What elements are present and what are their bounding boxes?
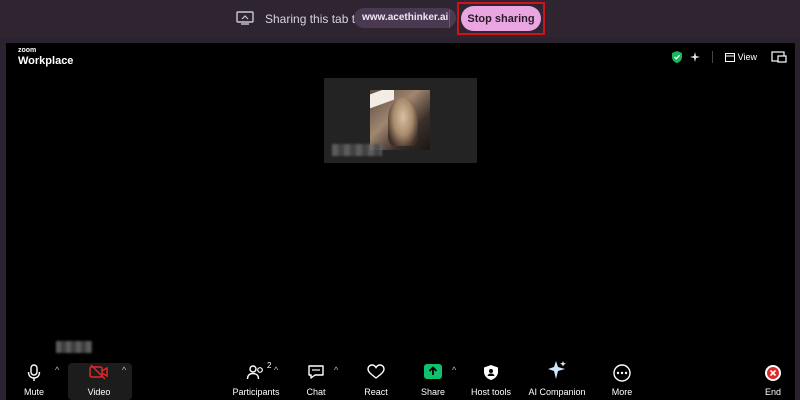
video-label: Video — [87, 387, 111, 397]
participant-video-tile[interactable] — [324, 78, 477, 163]
banner-divider — [449, 10, 450, 28]
workplace-brand-text: Workplace — [18, 55, 74, 67]
zoom-brand-text: zoom — [18, 47, 37, 54]
participants-options-caret[interactable]: ^ — [274, 365, 278, 375]
pip-icon[interactable] — [771, 51, 787, 63]
microphone-icon — [27, 364, 41, 381]
audio-options-caret[interactable]: ^ — [55, 365, 59, 375]
tab-sharing-banner: Sharing this tab to www.acethinker.ai St… — [0, 0, 800, 38]
participants-icon — [246, 365, 263, 380]
host-shield-icon — [484, 365, 498, 380]
host-tools-button[interactable]: Host tools — [468, 356, 514, 400]
video-button[interactable]: Video — [78, 356, 120, 400]
more-label: More — [611, 387, 633, 397]
zoom-meeting-window: zoom Workplace View Mute ^ Video ^ 2 Par… — [6, 43, 795, 400]
more-icon — [613, 364, 631, 382]
sharing-domain-badge: www.acethinker.ai — [354, 8, 457, 28]
ai-companion-label: AI Companion — [528, 387, 586, 397]
ai-companion-button[interactable]: AI Companion — [525, 356, 589, 400]
heart-icon — [367, 364, 385, 379]
video-person-shape — [388, 98, 418, 146]
meeting-toolbar: Mute ^ Video ^ 2 Participants ^ Chat ^ R… — [6, 356, 795, 400]
participants-label: Participants — [232, 387, 280, 397]
chat-options-caret[interactable]: ^ — [334, 365, 338, 375]
zoom-workplace-logo: zoom Workplace — [18, 47, 73, 67]
shield-check-icon[interactable] — [671, 50, 683, 64]
top-right-divider — [712, 51, 713, 63]
chat-button[interactable]: Chat — [301, 356, 331, 400]
share-options-caret[interactable]: ^ — [452, 365, 456, 375]
react-button[interactable]: React — [360, 356, 392, 400]
share-label: Share — [420, 387, 446, 397]
participants-button[interactable]: 2 Participants — [230, 356, 282, 400]
mute-label: Mute — [23, 387, 44, 397]
chat-label: Chat — [306, 387, 326, 397]
react-label: React — [364, 387, 388, 397]
end-x-icon — [765, 365, 781, 381]
end-meeting-button[interactable]: End — [759, 356, 787, 400]
view-button[interactable]: View — [724, 52, 757, 62]
video-off-icon — [89, 364, 108, 380]
video-options-caret[interactable]: ^ — [122, 365, 126, 375]
ai-sparkle-icon — [548, 361, 566, 379]
more-button[interactable]: More — [607, 356, 637, 400]
mute-button[interactable]: Mute — [16, 356, 52, 400]
stop-sharing-button[interactable]: Stop sharing — [461, 6, 541, 31]
participant-video — [370, 90, 430, 150]
participant-name-redacted — [332, 144, 382, 156]
host-tools-label: Host tools — [470, 387, 512, 397]
participants-count: 2 — [267, 361, 272, 370]
view-grid-icon — [724, 52, 735, 62]
chat-icon — [308, 365, 324, 379]
sharing-message: Sharing this tab to — [265, 12, 362, 26]
sparkle-icon[interactable] — [689, 50, 701, 64]
view-label: View — [737, 52, 757, 62]
monitor-icon — [236, 11, 254, 25]
share-arrow-icon — [424, 364, 442, 379]
share-button[interactable]: Share — [416, 356, 450, 400]
end-label: End — [764, 387, 781, 397]
self-name-redacted — [56, 341, 92, 353]
